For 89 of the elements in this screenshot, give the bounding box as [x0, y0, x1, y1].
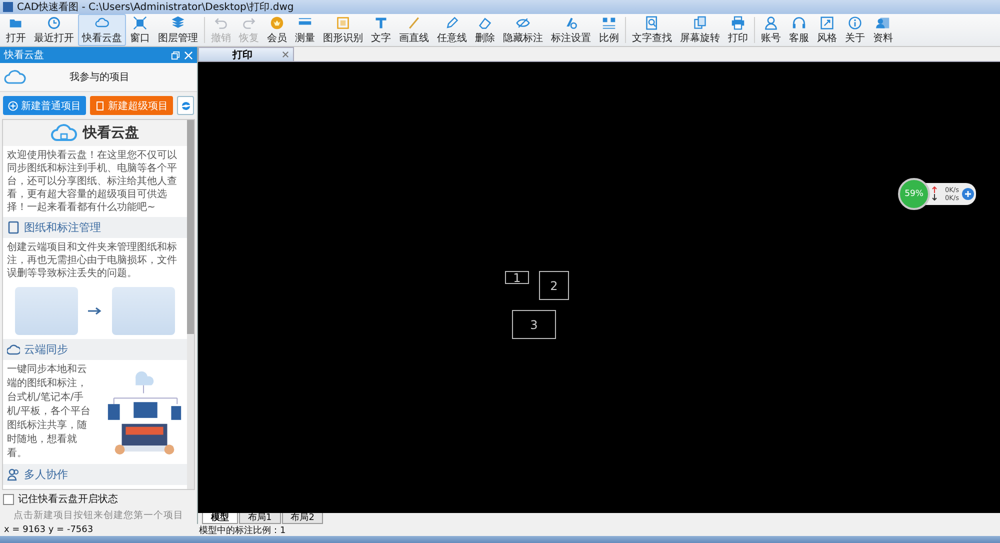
toolbar-button[interactable]: 打印 — [724, 14, 752, 46]
toolbar-button[interactable]: 屏幕旋转 — [676, 14, 724, 46]
plus-circle-icon — [8, 100, 18, 110]
sync-button[interactable] — [177, 96, 194, 115]
memory-gauge: 59% — [898, 178, 930, 210]
restore-icon[interactable] — [171, 50, 180, 60]
toolbar-button[interactable]: 文字 — [367, 14, 395, 46]
crosshair-icon — [133, 16, 147, 30]
download-arrow-icon — [932, 194, 938, 201]
layout-tab[interactable]: 布局2 — [282, 513, 324, 524]
new-project-button[interactable]: 新建普通项目 — [3, 96, 86, 115]
clock-icon — [47, 16, 61, 30]
scrollbar-thumb[interactable] — [187, 120, 194, 334]
toolbar-button[interactable]: 快看云盘 — [78, 14, 126, 46]
document-tab[interactable]: 打印 — [198, 47, 294, 61]
rotate-pages-icon — [693, 16, 707, 30]
upload-arrow-icon — [932, 186, 938, 193]
toolbar-button[interactable]: 任意线 — [433, 14, 471, 46]
toolbar-button[interactable]: 客服 — [785, 14, 813, 46]
redo-icon — [242, 16, 256, 30]
arrow-icon — [88, 307, 102, 315]
eye-off-icon — [516, 16, 530, 30]
people-icon — [7, 468, 20, 481]
numbered-rectangle: 3 — [512, 310, 556, 339]
intro-text: 欢迎使用快看云盘！在这里您不仅可以同步图纸和标注到手机、电脑等各个平台，还可以分享图纸、标注给其他人查看，更有超大容量的超级项目可供选择！一起来看看都有什么功能吧~ — [6, 148, 178, 215]
frame-icon — [336, 16, 350, 30]
remember-checkbox[interactable]: 记住快看云盘开启状态 — [0, 490, 197, 508]
hint-text: 点击新建项目按钮来创建您第一个项目 — [12, 509, 184, 523]
panel-title: 快看云盘 — [4, 48, 45, 62]
expand-square-icon — [820, 16, 834, 30]
toolbar-button[interactable]: 画直线 — [395, 14, 433, 46]
pen-gear-icon — [564, 16, 578, 30]
close-icon[interactable] — [282, 51, 289, 58]
layers-icon — [171, 16, 185, 30]
line-icon — [407, 16, 421, 30]
numbered-rectangle: 2 — [539, 271, 569, 300]
toolbar-button[interactable]: 标注设置 — [547, 14, 595, 46]
toolbar-button[interactable]: 最近打开 — [30, 14, 78, 46]
toolbar-button[interactable]: 隐藏标注 — [499, 14, 547, 46]
toolbar-button[interactable]: 关于 — [841, 14, 869, 46]
cloud-sync-icon — [7, 343, 20, 356]
text-t-icon — [374, 16, 388, 30]
app-icon — [3, 2, 13, 12]
toolbar-button[interactable]: 打开 — [2, 14, 30, 46]
toolbar-button[interactable]: 会员 — [263, 14, 291, 46]
toolbar-button[interactable]: 比例 — [595, 14, 623, 46]
toolbar-button[interactable]: 账号 — [757, 14, 785, 46]
plus-icon[interactable] — [962, 188, 974, 200]
document-icon — [7, 221, 20, 234]
section-title: 云端同步 — [24, 342, 68, 357]
section-title: 图纸和标注管理 — [24, 220, 101, 235]
printer-icon — [731, 16, 745, 30]
user-icon — [764, 16, 778, 30]
layout-tab[interactable]: 布局1 — [239, 513, 281, 524]
section-text: 一键同步本地和云端的图纸和标注，台式机/笔记本/手机/平板，各个平台图纸标注共享，随时随地，想看就看。 — [6, 362, 92, 461]
badge-icon — [270, 16, 284, 30]
scrollbar[interactable] — [187, 120, 194, 489]
headset-icon — [792, 16, 806, 30]
toolbar-button[interactable]: 图形识别 — [319, 14, 367, 46]
pen-icon — [445, 16, 459, 30]
eraser-icon — [478, 16, 492, 30]
document-person-icon — [876, 16, 890, 30]
section-text: 创建云端项目和文件夹来管理图纸和标注，再也无需担心由于电脑损坏，文件误删等导致标注丢失的问题。 — [6, 240, 178, 281]
toolbar-button[interactable]: 风格 — [813, 14, 841, 46]
cloud-icon — [4, 69, 26, 85]
section-title: 多人协作 — [24, 467, 68, 482]
toolbar-button[interactable]: 删除 — [471, 14, 499, 46]
intro-title: 快看云盘 — [83, 124, 139, 142]
sync-icon — [180, 100, 192, 112]
numbered-rectangle: 1 — [505, 271, 529, 284]
document-icon — [95, 100, 105, 110]
window-title: CAD快速看图 - C:\Users\Administrator\Desktop\打印.dwg — [17, 0, 294, 14]
scale-status: 模型中的标注比例：1 — [199, 524, 286, 536]
cursor-coordinates: x = 9163 y = -7563 — [3, 525, 94, 535]
toolbar-button[interactable]: 图层管理 — [154, 14, 202, 46]
screenshot-illustration — [112, 287, 175, 335]
cloud-icon — [95, 16, 109, 30]
screenshot-illustration — [15, 287, 78, 335]
layout-tab[interactable]: 模型 — [202, 513, 238, 524]
cloud-logo-icon — [51, 123, 77, 143]
toolbar-button[interactable]: 资料 — [869, 14, 897, 46]
search-document-icon — [645, 16, 659, 30]
toolbar-button[interactable]: 文字查找 — [628, 14, 676, 46]
info-icon — [848, 16, 862, 30]
project-heading: 我参与的项目 — [68, 70, 130, 84]
toolbar-button[interactable]: 窗口 — [126, 14, 154, 46]
ratio-icon — [602, 16, 616, 30]
undo-icon — [214, 16, 228, 30]
toolbar-button[interactable]: 测量 — [291, 14, 319, 46]
